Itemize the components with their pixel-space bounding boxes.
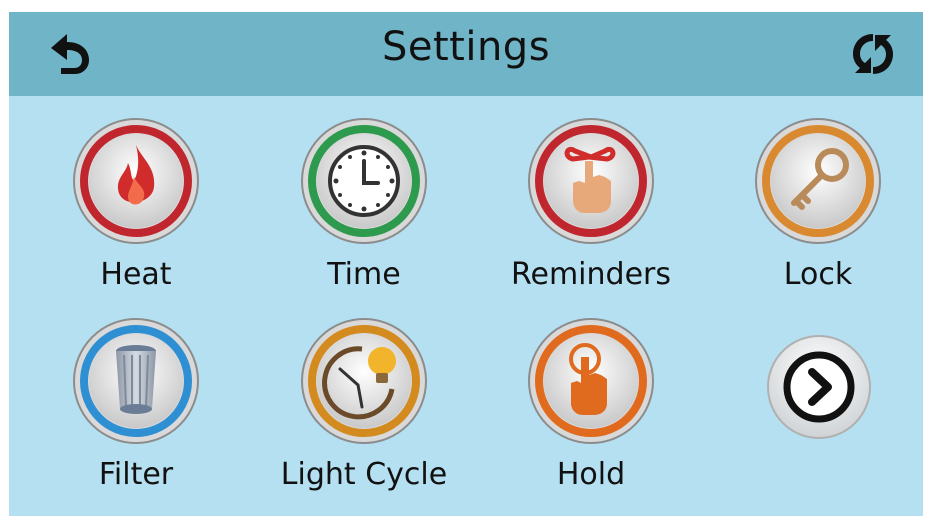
key-icon: [755, 118, 881, 244]
tile-reminders[interactable]: Reminders: [491, 117, 691, 307]
tile-label: Lock: [783, 257, 853, 292]
tile-hold[interactable]: Hold: [491, 317, 691, 507]
tile-heat[interactable]: Heat: [36, 117, 236, 307]
filter-cartridge-icon: [73, 318, 199, 444]
light-cycle-icon: [301, 318, 427, 444]
tile-label: Hold: [556, 457, 626, 492]
filter-icon-button: [72, 317, 200, 445]
tile-label: Filter: [98, 457, 174, 492]
settings-screen: Settings Heat Time Reminders Lock Filter…: [9, 12, 923, 516]
tile-time[interactable]: Time: [264, 117, 464, 307]
tile-lock[interactable]: Lock: [718, 117, 918, 307]
tile-light-cycle[interactable]: Light Cycle: [264, 317, 464, 507]
clock-icon: [301, 118, 427, 244]
tile-label: Light Cycle: [280, 457, 448, 492]
tile-label: Reminders: [511, 257, 671, 292]
header-bar: Settings: [9, 12, 923, 96]
chevron-right-icon: [767, 335, 871, 439]
hold-icon-button: [527, 317, 655, 445]
lock-icon-button: [754, 117, 882, 245]
refresh-button[interactable]: [845, 26, 901, 82]
page-title: Settings: [381, 24, 551, 70]
hold-hand-icon: [528, 318, 654, 444]
tile-label: Heat: [100, 257, 172, 292]
reminder-hand-icon: [528, 118, 654, 244]
next-page-button[interactable]: [766, 334, 872, 440]
tile-label: Time: [327, 257, 401, 292]
reminders-icon-button: [527, 117, 655, 245]
heat-icon-button: [72, 117, 200, 245]
refresh-icon: [853, 34, 893, 74]
time-icon-button: [300, 117, 428, 245]
light-cycle-icon-button: [300, 317, 428, 445]
flame-icon: [73, 118, 199, 244]
tile-filter[interactable]: Filter: [36, 317, 236, 507]
